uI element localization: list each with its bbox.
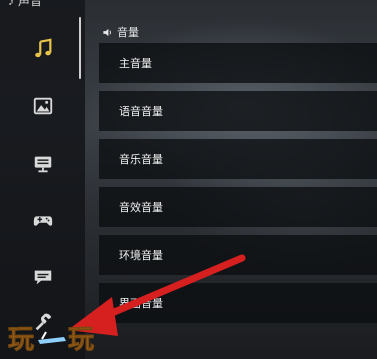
gamepad-icon (33, 216, 52, 226)
volume-row-label: 主音量 (119, 58, 152, 70)
volume-row-label: 界面音量 (119, 298, 163, 310)
volume-row-music[interactable]: 音乐音量 (99, 139, 377, 179)
sidebar-item-graphics[interactable] (0, 84, 85, 128)
volume-row-ambient[interactable]: 环境音量 (99, 235, 377, 275)
sidebar-item-audio[interactable] (0, 27, 85, 71)
svg-text:玩: 玩 (8, 325, 34, 355)
volume-row-master[interactable]: 主音量 (99, 43, 377, 83)
sidebar-item-controls[interactable] (0, 198, 85, 242)
volume-row-voice[interactable]: 语音音量 (99, 91, 377, 131)
music-note-icon (34, 38, 51, 58)
svg-text:玩: 玩 (68, 325, 94, 355)
volume-row-interface[interactable]: 界面音量 (99, 283, 377, 323)
volume-row-label: 音效音量 (119, 202, 163, 214)
sidebar-item-display[interactable] (0, 142, 85, 186)
volume-row-sfx[interactable]: 音效音量 (99, 187, 377, 227)
sidebar-header-label: 声音 (18, 0, 43, 8)
settings-sidebar: ♪ 声音 (0, 0, 85, 359)
music-note-small-icon: ♪ (8, 0, 14, 8)
display-icon (34, 156, 51, 173)
section-title-label: 音量 (117, 27, 139, 39)
sidebar-header: ♪ 声音 (8, 0, 42, 9)
volume-row-label: 环境音量 (119, 250, 163, 262)
chat-icon (34, 270, 51, 285)
speaker-icon (103, 28, 111, 36)
volume-row-label: 音乐音量 (119, 154, 163, 166)
image-icon (33, 97, 52, 115)
section-title: 音量 (102, 24, 139, 40)
sidebar-item-chat[interactable] (0, 255, 85, 299)
volume-row-label: 语音音量 (119, 106, 163, 118)
watermark-logo: 玩 玩 (8, 325, 95, 356)
